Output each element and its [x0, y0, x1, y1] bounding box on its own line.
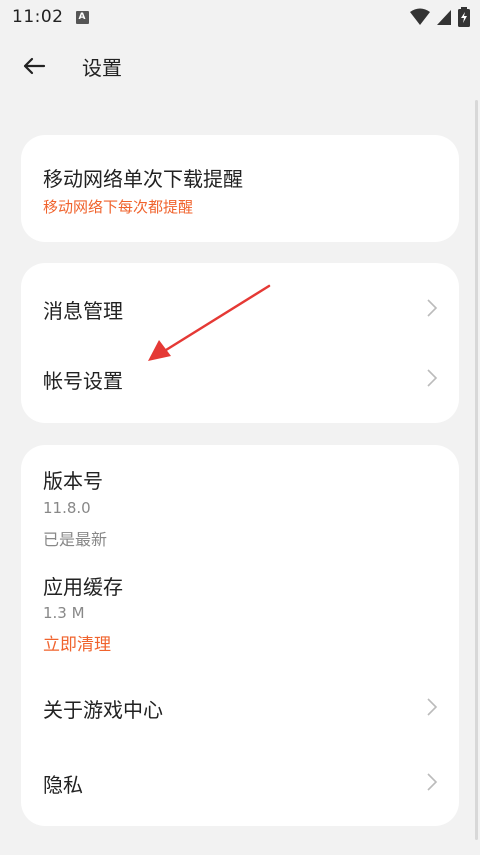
back-button[interactable] — [22, 52, 58, 80]
app-header: 设置 — [0, 38, 480, 94]
about-game-center-label: 关于游戏中心 — [43, 698, 163, 722]
scrollbar[interactable] — [475, 100, 478, 840]
notification-a-icon: A — [75, 10, 89, 24]
wifi-icon — [410, 8, 430, 25]
download-reminder-value: 移动网络下每次都提醒 — [43, 198, 194, 216]
chevron-right-icon — [427, 369, 438, 387]
about-game-center-item[interactable]: 关于游戏中心 — [21, 670, 459, 742]
cache-size: 1.3 M — [43, 604, 85, 622]
battery-icon — [458, 7, 470, 27]
account-card: 消息管理 帐号设置 — [21, 263, 459, 423]
status-bar: 11:02 A — [0, 0, 480, 34]
clear-cache-button[interactable]: 立即清理 — [43, 630, 111, 655]
account-settings-item[interactable]: 帐号设置 — [21, 343, 459, 413]
status-time: 11:02 — [12, 7, 64, 27]
privacy-label: 隐私 — [43, 773, 83, 797]
download-reminder-title: 移动网络单次下载提醒 — [43, 167, 243, 191]
version-status: 已是最新 — [43, 530, 108, 549]
signal-icon — [437, 10, 451, 25]
status-icons — [410, 7, 470, 27]
page-title: 设置 — [82, 56, 122, 80]
privacy-item[interactable]: 隐私 — [21, 745, 459, 817]
message-management-label: 消息管理 — [43, 299, 123, 323]
message-management-item[interactable]: 消息管理 — [21, 273, 459, 343]
chevron-right-icon — [427, 698, 438, 716]
chevron-right-icon — [427, 299, 438, 317]
cache-title: 应用缓存 — [43, 575, 123, 599]
chevron-right-icon — [427, 773, 438, 791]
account-settings-label: 帐号设置 — [43, 369, 123, 393]
version-title: 版本号 — [43, 469, 103, 493]
app-info-card: 版本号 11.8.0 已是最新 应用缓存 1.3 M 立即清理 关于游戏中心 隐… — [21, 445, 459, 826]
download-reminder-card[interactable]: 移动网络单次下载提醒 移动网络下每次都提醒 — [21, 135, 459, 242]
back-arrow-icon — [23, 57, 46, 75]
version-value: 11.8.0 — [43, 499, 91, 517]
